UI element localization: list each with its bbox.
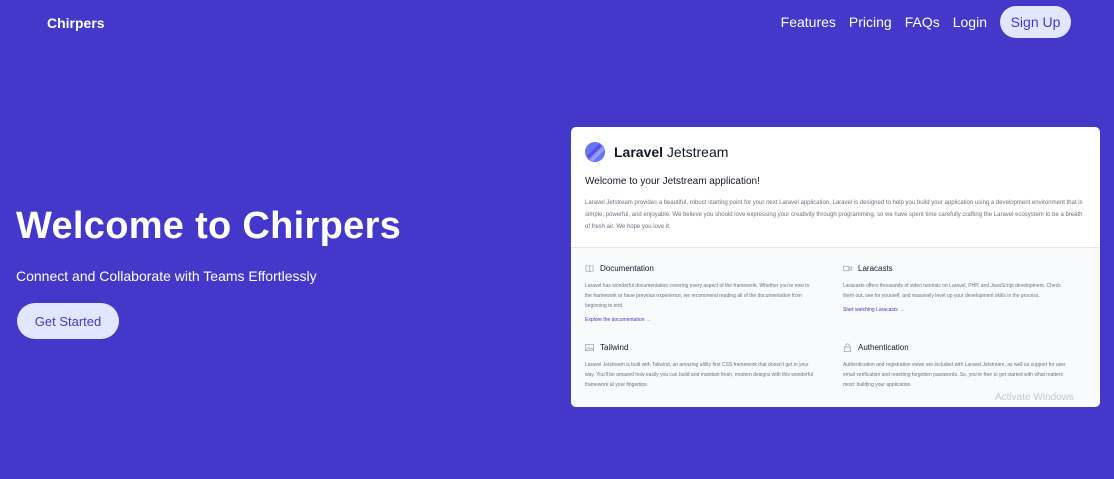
nav-links: Features Pricing FAQs Login Sign Up bbox=[781, 6, 1071, 38]
hero-title: Welcome to Chirpers bbox=[16, 205, 402, 247]
feature-title: Tailwind bbox=[600, 343, 629, 352]
feature-tailwind: Tailwind Laravel Jetstream is built with… bbox=[585, 343, 815, 390]
logo-bold-text: Laravel bbox=[614, 144, 664, 160]
feature-body: Laravel has wonderful documentation cove… bbox=[585, 283, 810, 309]
jetstream-logo-text: Laravel Jetstream bbox=[614, 144, 728, 160]
feature-title: Laracasts bbox=[858, 264, 893, 273]
jetstream-preview-card: Laravel Jetstream Welcome to your Jetstr… bbox=[571, 127, 1100, 407]
feature-body: Authentication and registration views ar… bbox=[843, 362, 1066, 388]
nav-link-login[interactable]: Login bbox=[953, 6, 987, 38]
jetstream-logo: Laravel Jetstream bbox=[585, 142, 1086, 162]
nav-link-features[interactable]: Features bbox=[781, 6, 836, 38]
feature-laracasts: Laracasts Laracasts offers thousands of … bbox=[843, 264, 1073, 313]
lock-icon bbox=[843, 343, 852, 352]
explore-docs-link[interactable]: Explore the documentation → bbox=[585, 317, 815, 323]
logo-light-text: Jetstream bbox=[663, 144, 729, 160]
feature-title: Documentation bbox=[600, 264, 654, 273]
feature-body: Laravel Jetstream is built with Tailwind… bbox=[585, 362, 813, 388]
preview-intro-text: Laravel Jetstream provides a beautiful, … bbox=[585, 200, 1083, 230]
nav-link-pricing[interactable]: Pricing bbox=[849, 6, 892, 38]
video-icon bbox=[843, 265, 852, 272]
sign-up-button[interactable]: Sign Up bbox=[1000, 6, 1071, 38]
activate-windows-watermark: Activate Windows bbox=[995, 392, 1074, 403]
feature-body: Laracasts offers thousands of video tuto… bbox=[843, 283, 1061, 299]
book-icon bbox=[585, 265, 594, 273]
hero-subtitle: Connect and Collaborate with Teams Effor… bbox=[16, 268, 317, 284]
top-navbar: Chirpers Features Pricing FAQs Login Sig… bbox=[0, 0, 1114, 46]
preview-features-grid: Documentation Laravel has wonderful docu… bbox=[571, 248, 1100, 407]
get-started-button[interactable]: Get Started bbox=[17, 303, 119, 339]
preview-welcome-heading: Welcome to your Jetstream application! bbox=[585, 176, 760, 187]
feature-title: Authentication bbox=[858, 343, 909, 352]
nav-link-faqs[interactable]: FAQs bbox=[905, 6, 940, 38]
jetstream-logo-icon bbox=[585, 142, 605, 162]
feature-authentication: Authentication Authentication and regist… bbox=[843, 343, 1073, 390]
start-watching-link[interactable]: Start watching Laracasts → bbox=[843, 307, 1073, 313]
preview-header: Laravel Jetstream Welcome to your Jetstr… bbox=[571, 127, 1100, 248]
feature-documentation: Documentation Laravel has wonderful docu… bbox=[585, 264, 815, 323]
brand-logo[interactable]: Chirpers bbox=[47, 15, 105, 31]
image-icon bbox=[585, 343, 594, 352]
